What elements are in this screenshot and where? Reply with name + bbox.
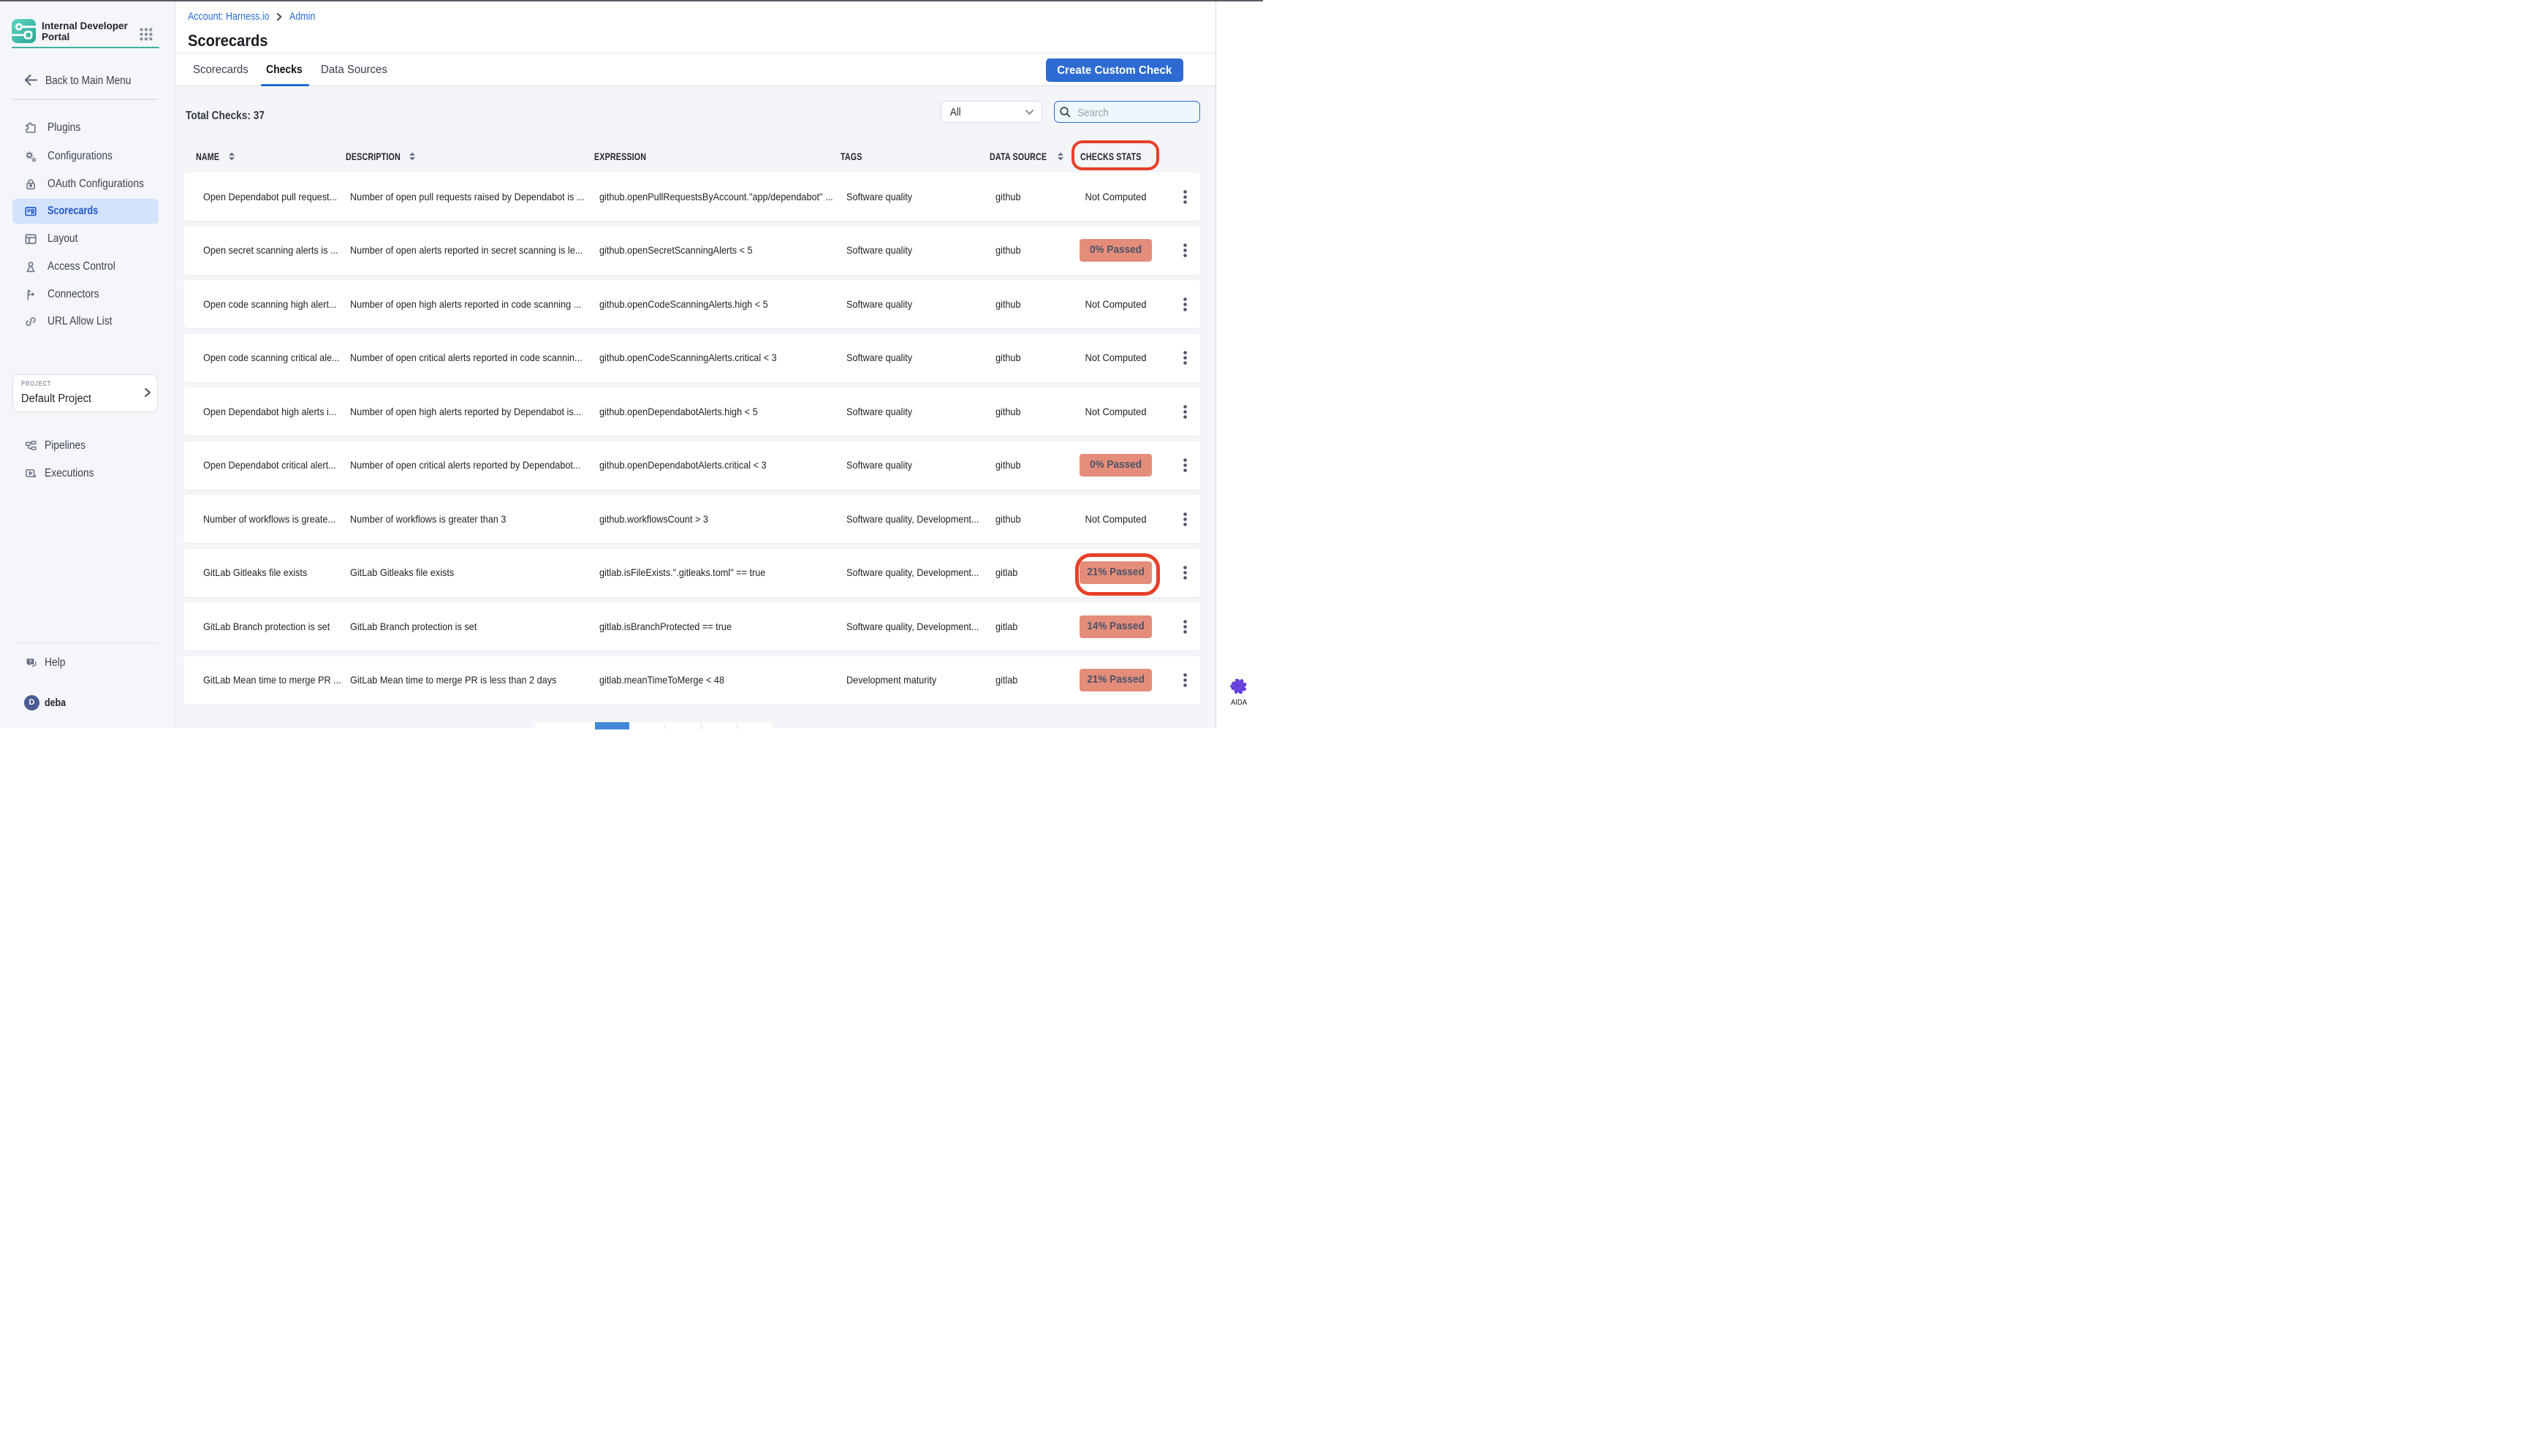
svg-text:?: ? <box>29 658 32 664</box>
